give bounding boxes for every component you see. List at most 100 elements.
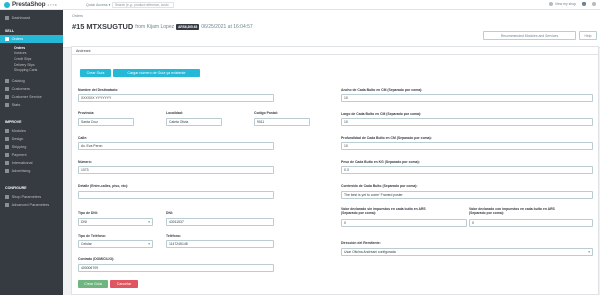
valor-sin-impuestos-input[interactable]: 0 xyxy=(341,219,467,227)
modules-icon xyxy=(5,129,9,133)
tipo-dni-select[interactable]: DNI xyxy=(78,218,153,226)
customers-icon xyxy=(5,87,9,91)
provincia-input[interactable]: Santa Cruz xyxy=(78,118,134,126)
valor-con-impuestos-label: Valor declarado con impuestos en cada bu… xyxy=(469,207,555,215)
ancho-label: Ancho de Cada Bulto en CM (Separado por … xyxy=(341,88,423,92)
sidebar-item-advertising[interactable]: Advertising xyxy=(0,167,63,175)
sidebar-item-payment[interactable]: Payment xyxy=(0,151,63,159)
sidebar-item-modules[interactable]: Modules xyxy=(0,127,63,135)
sidebar-item-shipping[interactable]: Shipping xyxy=(0,143,63,151)
sidebar-item-label: Modules xyxy=(11,128,26,133)
sidebar-item-advanced-parameters[interactable]: Advanced Parameters xyxy=(0,201,63,209)
tipo-telefono-select[interactable]: Celular xyxy=(78,240,153,248)
catalog-icon xyxy=(5,79,9,83)
sidebar-item-label: Customers xyxy=(11,86,30,91)
sidebar-item-stats[interactable]: Stats xyxy=(0,101,63,109)
sidebar-section-sell: SELL xyxy=(5,28,15,33)
quick-access-dropdown[interactable]: Quick Access ▾ xyxy=(86,3,110,7)
search-placeholder: Search (e.g.: product reference, custo xyxy=(115,2,169,7)
view-shop-link[interactable]: View my shop xyxy=(549,2,576,6)
breadcrumb[interactable]: Orders xyxy=(72,14,83,18)
sidebar-item-label: Customer Service xyxy=(11,94,42,99)
telefono-label: Teléfono: xyxy=(166,234,182,238)
peso-input[interactable]: 0.3 xyxy=(341,166,593,174)
largo-label: Largo de Cada Bulto en CM (Separado por … xyxy=(341,112,422,116)
notifications-bell-icon[interactable] xyxy=(582,2,586,6)
brand-name: PrestaShop xyxy=(12,1,46,8)
calle-label: Calle: xyxy=(78,136,88,140)
sidebar-item-label: Advanced Parameters xyxy=(11,202,50,207)
order-customer: from Kijam Lopez xyxy=(135,23,175,30)
localidad-input[interactable]: Caleta Olivia xyxy=(166,118,222,126)
stats-icon xyxy=(5,103,9,107)
largo-input[interactable]: 10 xyxy=(341,118,593,126)
sidebar-item-shop-parameters[interactable]: Shop Parameters xyxy=(0,193,63,201)
contrato-label: Contrato (DOMICILIO): xyxy=(78,257,115,261)
cancelar-button[interactable]: Cancelar xyxy=(110,280,138,288)
numero-label: Número: xyxy=(78,160,92,164)
valor-con-impuestos-input[interactable]: 0 xyxy=(469,219,593,227)
sidebar-item-orders[interactable]: Orders xyxy=(0,35,63,43)
cargar-guia-button[interactable]: Cargar número de Guía ya existente xyxy=(113,69,200,77)
sidebar-item-customer-service[interactable]: Customer Service xyxy=(0,93,63,101)
sidebar-item-catalog[interactable]: Catalog xyxy=(0,77,63,85)
sidebar-item-dashboard[interactable]: Dashboard xyxy=(0,14,63,22)
advanced-parameters-icon xyxy=(5,203,9,207)
sidebar-item-label: Shop Parameters xyxy=(11,194,42,199)
profundidad-input[interactable]: 10 xyxy=(341,142,593,150)
dashboard-icon xyxy=(5,16,9,20)
crear-guia-button[interactable]: Crear Guía xyxy=(80,69,111,77)
valor-con-impuestos-label-line-2: (Separado por coma): xyxy=(469,211,505,215)
sidebar-item-customers[interactable]: Customers xyxy=(0,85,63,93)
order-date: 06/25/2021 at 16:04:57 xyxy=(201,23,253,30)
andreani-panel: Andreani Crear Guía Cargar número de Guí… xyxy=(71,46,599,295)
sidebar-section-configure: CONFIGURE xyxy=(5,186,27,191)
nombre-input[interactable]: XXXXXX YYYYYYY xyxy=(78,94,274,102)
shipping-icon xyxy=(5,145,9,149)
valor-sin-impuestos-label-line-2: (Separado por coma): xyxy=(341,211,377,215)
page-title: #15 MTXSUGTUD from Kijam Lopez ARS6,305.… xyxy=(72,22,253,31)
panel-title: Andreani xyxy=(72,47,598,55)
sidebar-item-international[interactable]: International xyxy=(0,159,63,167)
codigo-postal-input[interactable]: 9011 xyxy=(254,118,310,126)
page-header: Orders #15 MTXSUGTUD from Kijam Lopez AR… xyxy=(63,10,600,48)
eye-icon xyxy=(549,2,554,6)
detalle-input[interactable] xyxy=(78,191,274,199)
sidebar-section-improve: IMPROVE xyxy=(5,120,22,125)
direccion-remitente-select[interactable]: Usar Oficina Andreani configurada xyxy=(341,248,593,256)
search-input[interactable]: Search (e.g.: product reference, custo xyxy=(112,1,174,8)
recommended-modules-button[interactable]: Recommended Modules and Services xyxy=(483,31,576,40)
ancho-input[interactable]: 10 xyxy=(341,94,593,102)
contenido-label: Contenido de Cada Bulto (Separado por co… xyxy=(341,184,418,188)
crear-guia-submit-button[interactable]: Crear Guía xyxy=(78,280,108,288)
view-shop-label: View my shop xyxy=(554,2,576,6)
calle-input[interactable]: Av. Eva Peron xyxy=(78,142,274,150)
dni-input[interactable]: 43011537 xyxy=(166,218,274,226)
prestashop-logo[interactable]: PrestaShop 1.7.7.8 xyxy=(4,1,57,8)
globe-icon xyxy=(5,161,9,165)
tipo-telefono-label: Tipo de Teléfono: xyxy=(78,234,106,238)
tipo-dni-label: Tipo de DNI: xyxy=(78,211,98,215)
sidebar-item-design[interactable]: Design xyxy=(0,135,63,143)
peso-label: Peso de Cada Bulto en KG (Separado por c… xyxy=(341,160,420,164)
version-label: 1.7.7.8 xyxy=(47,2,57,7)
sidebar-item-label: Shipping xyxy=(11,144,27,149)
payment-icon xyxy=(5,153,9,157)
provincia-label: Provincia: xyxy=(78,111,95,115)
contenido-input[interactable]: The best is yet to come' Framed poster xyxy=(341,191,593,199)
profundidad-label: Profundidad de Cada Bulto en CM (Separad… xyxy=(341,136,432,140)
contrato-input[interactable]: 400006709 xyxy=(78,264,274,272)
nombre-label: Nombre del Destinatario: xyxy=(78,88,119,92)
numero-input[interactable]: 1073 xyxy=(78,166,274,174)
top-right-tools: View my shop xyxy=(549,2,596,6)
sidebar-item-label: Catalog xyxy=(11,78,25,83)
telefono-input[interactable]: 1147245148 xyxy=(166,240,274,248)
top-bar: PrestaShop 1.7.7.8 Quick Access ▾ Search… xyxy=(0,0,600,10)
detalle-label: Detalle (Entre-calles, piso, etc): xyxy=(78,184,129,188)
prestashop-logo-icon xyxy=(4,1,10,8)
help-button[interactable]: Help xyxy=(579,31,597,40)
advertising-icon xyxy=(5,169,9,173)
sidebar-item-label: Advertising xyxy=(11,168,31,173)
orders-icon xyxy=(5,37,9,41)
user-avatar-icon[interactable] xyxy=(592,2,596,6)
